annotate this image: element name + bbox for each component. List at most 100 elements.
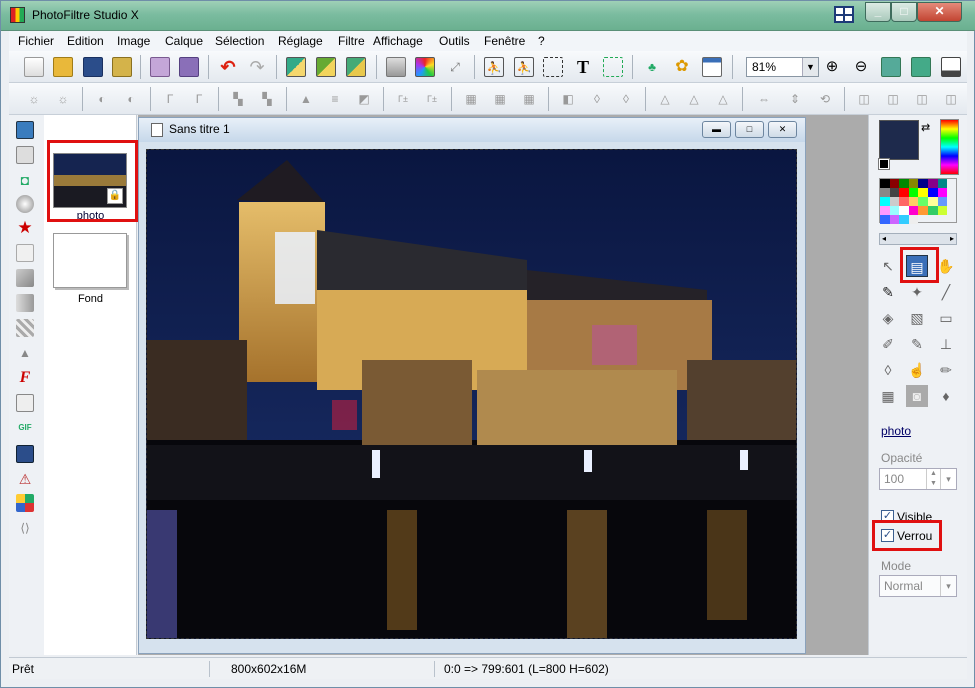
font-icon[interactable]: F — [16, 369, 34, 387]
eyedropper-icon[interactable]: ✎ — [877, 281, 899, 303]
text-icon[interactable]: T — [573, 57, 593, 77]
brush-icon[interactable]: ✐ — [877, 333, 899, 355]
close-button[interactable]: ✕ — [917, 2, 962, 22]
save-icon[interactable] — [83, 57, 103, 77]
image-canvas[interactable] — [146, 149, 797, 639]
layer-label-fond[interactable]: Fond — [44, 293, 137, 305]
minimize-button[interactable]: _ — [865, 2, 891, 22]
mosaic-icon[interactable] — [16, 494, 34, 512]
pattern-icon[interactable] — [16, 319, 34, 337]
spacer-icon[interactable]: ⟨⟩ — [16, 519, 34, 537]
auto-levels-icon[interactable]: Γ± — [393, 89, 413, 109]
menu-fichier[interactable]: Fichier — [18, 34, 54, 48]
fill-icon[interactable]: ⛹ — [484, 57, 504, 77]
magic-wand-icon[interactable]: ✦ — [906, 281, 928, 303]
pencil-icon[interactable]: ✏ — [935, 359, 957, 381]
maximize-button[interactable]: □ — [891, 2, 917, 22]
mountain3-icon[interactable]: △ — [713, 89, 733, 109]
save-as-icon[interactable] — [112, 57, 132, 77]
sphere-icon[interactable] — [16, 195, 34, 213]
zoom-in-icon[interactable]: ⊕ — [822, 57, 842, 77]
mirror5-icon[interactable]: ◫ — [941, 89, 961, 109]
palette-scrollbar[interactable]: ◂ ▸ — [879, 233, 957, 245]
page-icon[interactable] — [16, 244, 34, 262]
advanced-brush-icon[interactable]: ✎ — [906, 333, 928, 355]
actual-size-icon[interactable] — [881, 57, 901, 77]
noise-icon[interactable]: ▦ — [519, 89, 539, 109]
opacity-input[interactable]: 100 ▲ ▼ ▾ — [879, 468, 957, 490]
grid-tool-icon[interactable]: ▦ — [877, 385, 899, 407]
menu-reglage[interactable]: Réglage — [278, 34, 323, 48]
mirror2-icon[interactable]: ◫ — [854, 89, 874, 109]
chevron-down-icon[interactable]: ▾ — [940, 576, 956, 596]
drop-icon[interactable]: ◊ — [587, 89, 607, 109]
eraser-icon[interactable]: ▭ — [935, 307, 957, 329]
gray-icon[interactable] — [386, 57, 406, 77]
pointer-icon[interactable]: ↖ — [877, 255, 899, 277]
menu-calque[interactable]: Calque — [165, 34, 203, 48]
foreground-color[interactable] — [879, 120, 919, 160]
saturation-minus-icon[interactable]: ▚ — [257, 89, 277, 109]
texture-tool-icon[interactable]: ◙ — [906, 385, 928, 407]
menu-edition[interactable]: Edition — [67, 34, 104, 48]
mountain-icon[interactable]: △ — [655, 89, 675, 109]
flip-h-icon[interactable]: ⇔ — [754, 89, 774, 109]
redo-icon[interactable]: ↷ — [247, 57, 267, 77]
mask-icon[interactable] — [16, 394, 34, 412]
gamma-minus-icon[interactable]: Γ — [189, 89, 209, 109]
opacity-spinner[interactable]: ▲ ▼ — [926, 469, 940, 489]
smudge-icon[interactable]: ☝ — [906, 359, 928, 381]
paste-image-icon[interactable] — [316, 57, 336, 77]
blur-icon[interactable]: ▦ — [461, 89, 481, 109]
undo-icon[interactable]: ↶ — [218, 57, 238, 77]
warning-icon[interactable]: ⚠ — [16, 470, 34, 488]
scanner-icon[interactable] — [16, 445, 34, 463]
calculator-icon[interactable] — [16, 121, 34, 139]
star-icon[interactable]: ★ — [16, 219, 34, 237]
arrow-left-icon[interactable]: ◂ — [880, 234, 886, 244]
menu-selection[interactable]: Sélection — [215, 34, 264, 48]
contrast-plus-icon[interactable]: ◐ — [92, 89, 112, 109]
chart-icon[interactable]: ▲ — [16, 344, 34, 362]
gradient-icon[interactable] — [16, 294, 34, 312]
mirror-icon[interactable]: ◧ — [558, 89, 578, 109]
rotate-icon[interactable]: ⟲ — [815, 89, 835, 109]
window-icon[interactable] — [702, 57, 722, 77]
flip-v-icon[interactable]: ⇕ — [785, 89, 805, 109]
shape-tool-icon[interactable]: ♦ — [935, 385, 957, 407]
line-icon[interactable]: ╱ — [935, 281, 957, 303]
drop-tool-icon[interactable]: ◊ — [877, 359, 899, 381]
menu-fenetre[interactable]: Fenêtre — [484, 34, 525, 48]
menu-outils[interactable]: Outils — [439, 34, 470, 48]
opacity-dropdown-icon[interactable]: ▾ — [940, 469, 956, 489]
fit-window-icon[interactable] — [911, 57, 931, 77]
contrast-minus-icon[interactable]: ◐ — [121, 89, 141, 109]
zoom-select[interactable]: 81% ▼ — [746, 57, 819, 77]
color-palette[interactable] — [879, 178, 957, 224]
mirror3-icon[interactable]: ◫ — [883, 89, 903, 109]
new-icon[interactable] — [24, 57, 44, 77]
frame-icon[interactable] — [16, 146, 34, 164]
brightness-plus-icon[interactable]: ☼ — [24, 89, 44, 109]
colors-icon[interactable] — [415, 57, 435, 77]
paste-new-icon[interactable] — [346, 57, 366, 77]
brightness-minus-icon[interactable]: ☼ — [53, 89, 73, 109]
crop-icon[interactable] — [603, 57, 623, 77]
stamp-icon[interactable]: ⊥ — [935, 333, 957, 355]
bucket-icon[interactable]: ◈ — [877, 307, 899, 329]
select-icon[interactable] — [543, 57, 563, 77]
color-spectrum[interactable] — [940, 119, 959, 175]
menu-affichage[interactable]: Affichage — [373, 34, 423, 48]
spray-icon[interactable]: ▧ — [906, 307, 928, 329]
blend-mode-select[interactable]: Normal ▾ — [879, 575, 957, 597]
mountain2-icon[interactable]: △ — [684, 89, 704, 109]
doc-minimize-button[interactable]: ▬ — [702, 121, 731, 138]
clone-icon[interactable]: ⛹ — [514, 57, 534, 77]
levels-icon[interactable]: ▲ — [296, 89, 316, 109]
layer-thumb-fond[interactable] — [53, 233, 127, 288]
sharpen-icon[interactable]: ▦ — [490, 89, 510, 109]
mirror4-icon[interactable]: ◫ — [912, 89, 932, 109]
plugin-icon[interactable]: ✿ — [672, 57, 692, 77]
adjust-icon[interactable]: ≡ — [325, 89, 345, 109]
menu-image[interactable]: Image — [117, 34, 150, 48]
